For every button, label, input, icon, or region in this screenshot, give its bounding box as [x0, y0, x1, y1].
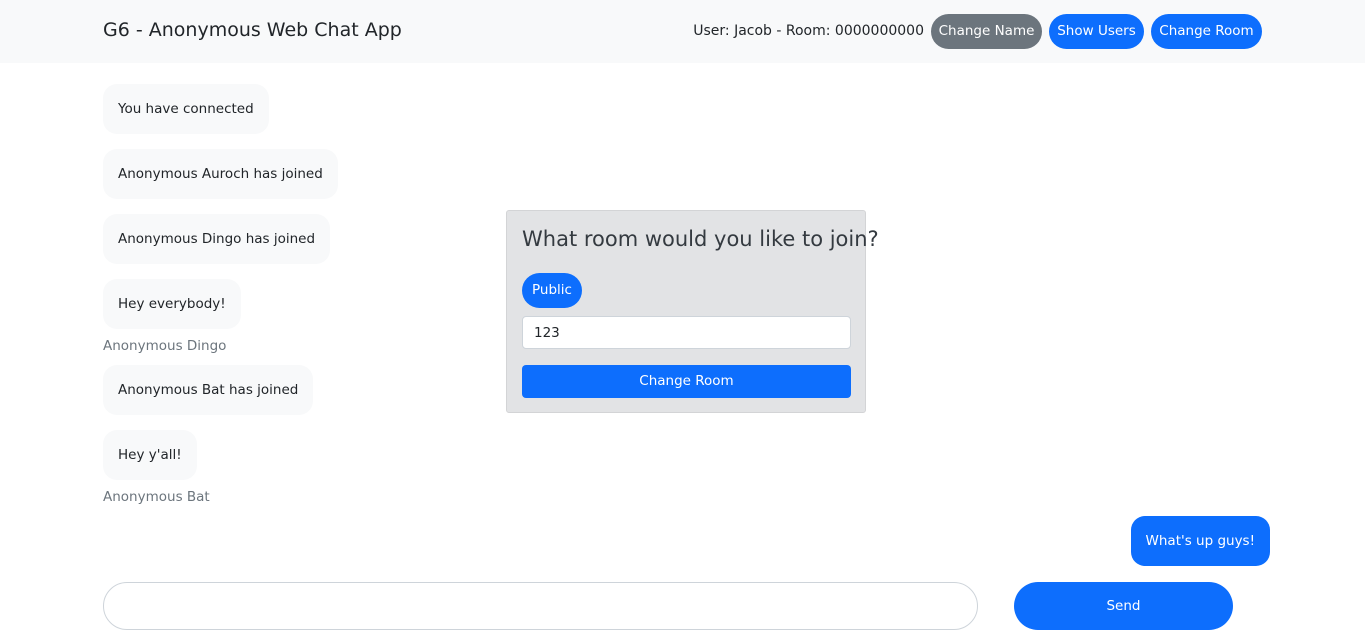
change-name-button[interactable]: Change Name	[931, 14, 1042, 49]
system-message: You have connected	[103, 84, 269, 134]
show-users-button[interactable]: Show Users	[1049, 14, 1144, 49]
public-room-button[interactable]: Public	[522, 273, 582, 308]
message-sender: Anonymous Dingo	[103, 338, 227, 354]
system-message: Anonymous Bat has joined	[103, 365, 314, 415]
change-room-dialog: What room would you like to join? Public…	[506, 210, 879, 413]
system-message: Anonymous Auroch has joined	[103, 149, 338, 199]
change-room-submit-button[interactable]: Change Room	[522, 365, 851, 398]
chat-message: Hey y'all!	[103, 430, 197, 480]
app-title: G6 - Anonymous Web Chat App	[103, 19, 402, 41]
dialog-title: What room would you like to join?	[522, 227, 879, 251]
change-room-nav-button[interactable]: Change Room	[1151, 14, 1262, 49]
send-button[interactable]: Send	[1014, 582, 1233, 630]
chat-message: Hey everybody!	[103, 279, 241, 329]
user-room-info: User: Jacob - Room: 0000000000	[693, 23, 924, 39]
system-message: Anonymous Dingo has joined	[103, 214, 331, 264]
message-sender: Anonymous Bat	[103, 489, 210, 505]
room-id-input[interactable]	[522, 316, 851, 349]
own-message: What's up guys!	[1130, 516, 1270, 566]
navbar: G6 - Anonymous Web Chat App User: Jacob …	[0, 0, 1365, 63]
message-input[interactable]	[103, 582, 978, 630]
